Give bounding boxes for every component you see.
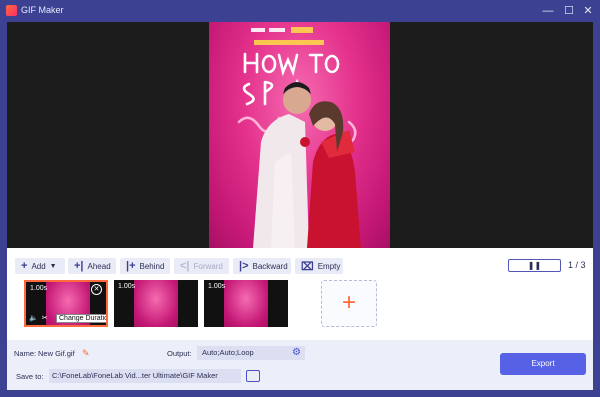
maximize-button[interactable]: ☐ — [562, 4, 576, 18]
output-label: Output: — [167, 349, 192, 358]
preview-area — [7, 22, 593, 248]
frame-duration: 1.00s — [30, 285, 48, 292]
add-frame-button[interactable]: + — [321, 280, 377, 327]
frames-panel: + Add ▼ +| Ahead |+ Behind <| Forward |>… — [7, 248, 593, 340]
gear-icon[interactable]: ⚙ — [292, 346, 301, 360]
name-label: Name: — [14, 349, 37, 358]
minimize-button[interactable]: — — [541, 4, 555, 18]
name-value: New Gif.gif — [38, 349, 75, 358]
footer-panel: Name: New Gif.gif ✎ Output: Auto;Auto;Lo… — [7, 340, 593, 390]
add-label: Add — [31, 261, 46, 271]
change-duration-tooltip[interactable]: Change Duration — [56, 314, 106, 323]
remove-frame-icon[interactable]: ✕ — [91, 284, 102, 295]
plus-icon: + — [21, 260, 28, 272]
folder-icon[interactable] — [246, 370, 260, 382]
chevron-down-icon: ▼ — [49, 262, 57, 270]
ahead-label: Ahead — [87, 261, 111, 271]
close-button[interactable]: ✕ — [581, 4, 595, 18]
scissors-icon[interactable]: ✂ — [42, 314, 48, 322]
frame-duration: 1.00s — [208, 283, 226, 290]
page-counter: 1 / 3 — [568, 260, 586, 270]
preview-image — [209, 22, 390, 248]
plus-icon: + — [341, 289, 356, 316]
volume-icon[interactable]: 🔈 — [29, 314, 38, 322]
backward-label: Backward — [252, 261, 288, 271]
frame-image — [134, 280, 178, 327]
forward-label: Forward — [193, 261, 223, 271]
move-backward-icon: |> — [239, 260, 249, 272]
saveto-path: C:\FoneLab\FoneLab Vid...ter Ultimate\GI… — [52, 371, 218, 380]
saveto-dropdown[interactable]: C:\FoneLab\FoneLab Vid...ter Ultimate\GI… — [49, 369, 241, 383]
add-button[interactable]: + Add ▼ — [15, 258, 65, 274]
empty-button[interactable]: ⌧ Empty — [295, 258, 343, 274]
app-logo-icon — [6, 5, 17, 16]
empty-label: Empty — [317, 261, 341, 271]
export-button[interactable]: Export — [500, 353, 586, 375]
frame-thumbnail-1[interactable]: 1.00s ✕ 🔈 ✂ Change Duration — [24, 280, 108, 327]
move-forward-icon: <| — [180, 260, 190, 272]
gif-maker-window: GIF Maker — ☐ ✕ + Add ▼ +| Ahead |+ Behi… — [0, 0, 600, 397]
edit-pencil-icon[interactable]: ✎ — [82, 348, 90, 359]
title-bar: GIF Maker — ☐ ✕ — [0, 0, 600, 22]
output-field[interactable]: Auto;Auto;Loop ⚙ — [197, 346, 305, 360]
insert-behind-icon: |+ — [126, 260, 136, 272]
forward-button[interactable]: <| Forward — [174, 258, 229, 274]
saveto-label: Save to: — [16, 372, 44, 381]
output-value: Auto;Auto;Loop — [202, 348, 254, 357]
pause-button[interactable]: ❚❚ — [508, 259, 561, 272]
window-title: GIF Maker — [21, 5, 64, 15]
empty-icon: ⌧ — [301, 260, 314, 273]
frame-duration: 1.00s — [118, 283, 136, 290]
frame-image — [224, 280, 268, 327]
backward-button[interactable]: |> Backward — [233, 258, 291, 274]
behind-label: Behind — [139, 261, 165, 271]
insert-ahead-icon: +| — [74, 260, 84, 272]
frame-thumbnail-2[interactable]: 1.00s — [114, 280, 198, 327]
ahead-button[interactable]: +| Ahead — [68, 258, 116, 274]
frame-thumbnail-3[interactable]: 1.00s — [204, 280, 288, 327]
frame-tools: 🔈 ✂ — [29, 314, 48, 322]
behind-button[interactable]: |+ Behind — [120, 258, 170, 274]
